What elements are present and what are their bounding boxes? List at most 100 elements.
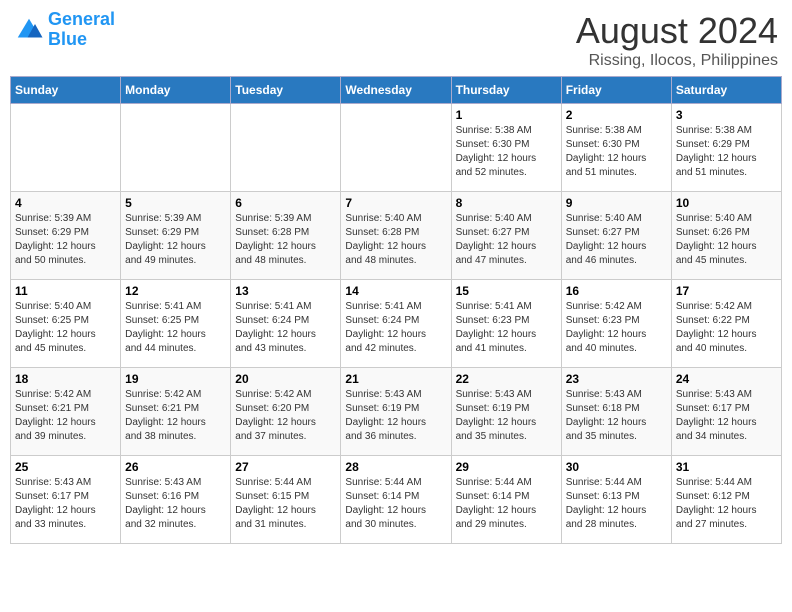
day-info: Sunrise: 5:43 AM Sunset: 6:17 PM Dayligh… bbox=[15, 476, 116, 532]
day-info: Sunrise: 5:39 AM Sunset: 6:29 PM Dayligh… bbox=[125, 212, 226, 268]
day-info: Sunrise: 5:43 AM Sunset: 6:19 PM Dayligh… bbox=[345, 388, 446, 444]
calendar-cell: 21 Sunrise: 5:43 AM Sunset: 6:19 PM Dayli… bbox=[341, 368, 451, 456]
calendar-cell: 24 Sunrise: 5:43 AM Sunset: 6:17 PM Dayli… bbox=[671, 368, 781, 456]
calendar-cell: 27 Sunrise: 5:44 AM Sunset: 6:15 PM Dayli… bbox=[231, 456, 341, 544]
calendar-cell: 26 Sunrise: 5:43 AM Sunset: 6:16 PM Dayli… bbox=[121, 456, 231, 544]
day-number: 13 bbox=[235, 284, 336, 298]
month-year: August 2024 bbox=[576, 10, 778, 52]
calendar-cell bbox=[121, 104, 231, 192]
day-header-wednesday: Wednesday bbox=[341, 77, 451, 104]
calendar-cell: 17 Sunrise: 5:42 AM Sunset: 6:22 PM Dayli… bbox=[671, 280, 781, 368]
location: Rissing, Ilocos, Philippines bbox=[576, 52, 778, 70]
day-number: 10 bbox=[676, 196, 777, 210]
calendar-cell: 25Sunrise: 5:43 AM Sunset: 6:17 PM Dayli… bbox=[11, 456, 121, 544]
day-info: Sunrise: 5:40 AM Sunset: 6:26 PM Dayligh… bbox=[676, 212, 777, 268]
calendar-table: SundayMondayTuesdayWednesdayThursdayFrid… bbox=[10, 76, 782, 544]
day-number: 12 bbox=[125, 284, 226, 298]
calendar-cell: 10 Sunrise: 5:40 AM Sunset: 6:26 PM Dayli… bbox=[671, 192, 781, 280]
calendar-cell bbox=[231, 104, 341, 192]
day-info: Sunrise: 5:39 AM Sunset: 6:29 PM Dayligh… bbox=[15, 212, 116, 268]
day-number: 28 bbox=[345, 460, 446, 474]
day-number: 26 bbox=[125, 460, 226, 474]
calendar-cell: 12 Sunrise: 5:41 AM Sunset: 6:25 PM Dayli… bbox=[121, 280, 231, 368]
day-number: 9 bbox=[566, 196, 667, 210]
day-number: 23 bbox=[566, 372, 667, 386]
calendar-cell: 7 Sunrise: 5:40 AM Sunset: 6:28 PM Daylig… bbox=[341, 192, 451, 280]
calendar-cell: 2 Sunrise: 5:38 AM Sunset: 6:30 PM Daylig… bbox=[561, 104, 671, 192]
calendar-cell: 8 Sunrise: 5:40 AM Sunset: 6:27 PM Daylig… bbox=[451, 192, 561, 280]
calendar-cell: 6 Sunrise: 5:39 AM Sunset: 6:28 PM Daylig… bbox=[231, 192, 341, 280]
day-number: 14 bbox=[345, 284, 446, 298]
day-number: 16 bbox=[566, 284, 667, 298]
day-number: 27 bbox=[235, 460, 336, 474]
day-info: Sunrise: 5:43 AM Sunset: 6:18 PM Dayligh… bbox=[566, 388, 667, 444]
day-number: 21 bbox=[345, 372, 446, 386]
day-info: Sunrise: 5:42 AM Sunset: 6:22 PM Dayligh… bbox=[676, 300, 777, 356]
calendar-cell: 1 Sunrise: 5:38 AM Sunset: 6:30 PM Daylig… bbox=[451, 104, 561, 192]
calendar-cell: 18 Sunrise: 5:42 AM Sunset: 6:21 PM Dayli… bbox=[11, 368, 121, 456]
day-number: 4 bbox=[15, 196, 116, 210]
day-info: Sunrise: 5:44 AM Sunset: 6:15 PM Dayligh… bbox=[235, 476, 336, 532]
calendar-cell bbox=[11, 104, 121, 192]
calendar-week-2: 4 Sunrise: 5:39 AM Sunset: 6:29 PM Daylig… bbox=[11, 192, 782, 280]
day-info: Sunrise: 5:40 AM Sunset: 6:27 PM Dayligh… bbox=[566, 212, 667, 268]
day-number: 3 bbox=[676, 108, 777, 122]
day-number: 17 bbox=[676, 284, 777, 298]
day-info: Sunrise: 5:43 AM Sunset: 6:16 PM Dayligh… bbox=[125, 476, 226, 532]
calendar-cell: 20Sunrise: 5:42 AM Sunset: 6:20 PM Dayli… bbox=[231, 368, 341, 456]
day-number: 7 bbox=[345, 196, 446, 210]
day-info: Sunrise: 5:40 AM Sunset: 6:27 PM Dayligh… bbox=[456, 212, 557, 268]
day-number: 15 bbox=[456, 284, 557, 298]
calendar-cell: 16 Sunrise: 5:42 AM Sunset: 6:23 PM Dayli… bbox=[561, 280, 671, 368]
day-info: Sunrise: 5:41 AM Sunset: 6:23 PM Dayligh… bbox=[456, 300, 557, 356]
day-number: 30 bbox=[566, 460, 667, 474]
day-info: Sunrise: 5:42 AM Sunset: 6:21 PM Dayligh… bbox=[125, 388, 226, 444]
calendar-cell: 5Sunrise: 5:39 AM Sunset: 6:29 PM Daylig… bbox=[121, 192, 231, 280]
day-header-friday: Friday bbox=[561, 77, 671, 104]
day-info: Sunrise: 5:42 AM Sunset: 6:20 PM Dayligh… bbox=[235, 388, 336, 444]
day-number: 24 bbox=[676, 372, 777, 386]
calendar-cell: 22 Sunrise: 5:43 AM Sunset: 6:19 PM Dayli… bbox=[451, 368, 561, 456]
day-number: 11 bbox=[15, 284, 116, 298]
page-header: General Blue August 2024 Rissing, Ilocos… bbox=[10, 10, 782, 70]
header-row: SundayMondayTuesdayWednesdayThursdayFrid… bbox=[11, 77, 782, 104]
calendar-cell: 19 Sunrise: 5:42 AM Sunset: 6:21 PM Dayli… bbox=[121, 368, 231, 456]
day-header-monday: Monday bbox=[121, 77, 231, 104]
day-info: Sunrise: 5:44 AM Sunset: 6:12 PM Dayligh… bbox=[676, 476, 777, 532]
title-block: August 2024 Rissing, Ilocos, Philippines bbox=[576, 10, 778, 70]
day-info: Sunrise: 5:43 AM Sunset: 6:19 PM Dayligh… bbox=[456, 388, 557, 444]
day-number: 6 bbox=[235, 196, 336, 210]
calendar-week-1: 1 Sunrise: 5:38 AM Sunset: 6:30 PM Daylig… bbox=[11, 104, 782, 192]
day-info: Sunrise: 5:41 AM Sunset: 6:25 PM Dayligh… bbox=[125, 300, 226, 356]
day-number: 2 bbox=[566, 108, 667, 122]
day-info: Sunrise: 5:43 AM Sunset: 6:17 PM Dayligh… bbox=[676, 388, 777, 444]
day-header-sunday: Sunday bbox=[11, 77, 121, 104]
day-number: 8 bbox=[456, 196, 557, 210]
day-info: Sunrise: 5:42 AM Sunset: 6:21 PM Dayligh… bbox=[15, 388, 116, 444]
day-info: Sunrise: 5:39 AM Sunset: 6:28 PM Dayligh… bbox=[235, 212, 336, 268]
calendar-cell: 13 Sunrise: 5:41 AM Sunset: 6:24 PM Dayli… bbox=[231, 280, 341, 368]
calendar-cell: 11Sunrise: 5:40 AM Sunset: 6:25 PM Dayli… bbox=[11, 280, 121, 368]
day-number: 22 bbox=[456, 372, 557, 386]
day-header-tuesday: Tuesday bbox=[231, 77, 341, 104]
calendar-week-4: 18 Sunrise: 5:42 AM Sunset: 6:21 PM Dayli… bbox=[11, 368, 782, 456]
calendar-week-3: 11Sunrise: 5:40 AM Sunset: 6:25 PM Dayli… bbox=[11, 280, 782, 368]
day-number: 1 bbox=[456, 108, 557, 122]
calendar-week-5: 25Sunrise: 5:43 AM Sunset: 6:17 PM Dayli… bbox=[11, 456, 782, 544]
calendar-cell: 9 Sunrise: 5:40 AM Sunset: 6:27 PM Daylig… bbox=[561, 192, 671, 280]
day-info: Sunrise: 5:40 AM Sunset: 6:28 PM Dayligh… bbox=[345, 212, 446, 268]
day-info: Sunrise: 5:38 AM Sunset: 6:30 PM Dayligh… bbox=[566, 124, 667, 180]
calendar-cell bbox=[341, 104, 451, 192]
logo-icon bbox=[14, 15, 44, 45]
day-info: Sunrise: 5:42 AM Sunset: 6:23 PM Dayligh… bbox=[566, 300, 667, 356]
day-info: Sunrise: 5:41 AM Sunset: 6:24 PM Dayligh… bbox=[235, 300, 336, 356]
calendar-cell: 15 Sunrise: 5:41 AM Sunset: 6:23 PM Dayli… bbox=[451, 280, 561, 368]
day-number: 29 bbox=[456, 460, 557, 474]
calendar-cell: 14Sunrise: 5:41 AM Sunset: 6:24 PM Dayli… bbox=[341, 280, 451, 368]
day-number: 19 bbox=[125, 372, 226, 386]
calendar-cell: 30Sunrise: 5:44 AM Sunset: 6:13 PM Dayli… bbox=[561, 456, 671, 544]
day-number: 31 bbox=[676, 460, 777, 474]
day-info: Sunrise: 5:44 AM Sunset: 6:14 PM Dayligh… bbox=[456, 476, 557, 532]
day-info: Sunrise: 5:38 AM Sunset: 6:30 PM Dayligh… bbox=[456, 124, 557, 180]
day-number: 18 bbox=[15, 372, 116, 386]
